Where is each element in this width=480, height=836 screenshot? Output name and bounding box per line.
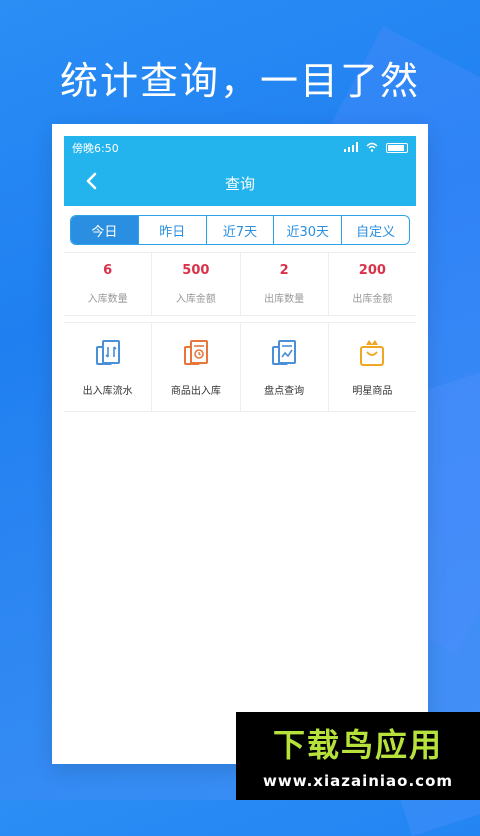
- watermark-title: 下载鸟应用: [272, 726, 443, 764]
- tab-custom[interactable]: 自定义: [342, 216, 409, 244]
- watermark-url: www.xiazainiao.com: [262, 772, 454, 790]
- stat-outbound-amount: 200 出库金额: [329, 253, 416, 315]
- page-title: 查询: [224, 174, 255, 193]
- function-grid: 出入库流水 商品出入库 盘点查询 明星商品: [64, 322, 416, 412]
- status-bar: 傍晚6:50: [64, 136, 416, 160]
- inventory-check-icon: [269, 338, 299, 382]
- menu-label: 出入库流水: [82, 385, 133, 397]
- stat-value: 500: [182, 263, 210, 278]
- menu-label: 商品出入库: [170, 385, 221, 397]
- tab-last-30-days[interactable]: 近30天: [274, 216, 343, 244]
- battery-icon: [386, 143, 408, 153]
- stat-value: 200: [358, 263, 386, 278]
- menu-in-out-ledger[interactable]: 出入库流水: [64, 323, 153, 411]
- tab-yesterday[interactable]: 昨日: [139, 216, 207, 244]
- stat-outbound-quantity: 2 出库数量: [241, 253, 329, 315]
- stat-label: 出库金额: [352, 294, 393, 305]
- back-button[interactable]: [78, 170, 104, 196]
- chevron-left-icon: [84, 172, 98, 194]
- stat-inbound-quantity: 6 入库数量: [64, 253, 153, 315]
- date-range-tabs: 今日 昨日 近7天 近30天 自定义: [70, 215, 410, 245]
- menu-star-product[interactable]: 明星商品: [329, 323, 416, 411]
- stat-label: 出库数量: [264, 294, 305, 305]
- stat-value: 6: [103, 263, 113, 278]
- phone-frame: 傍晚6:50 查询 今日 昨日 近7天 近30天 自定义 6 入库数量 500 …: [52, 124, 428, 764]
- tab-today[interactable]: 今日: [71, 216, 139, 244]
- menu-label: 盘点查询: [264, 385, 305, 397]
- tab-last-7-days[interactable]: 近7天: [207, 216, 275, 244]
- stat-inbound-amount: 500 入库金额: [152, 253, 241, 315]
- status-icons: [344, 141, 408, 155]
- signal-icon: [344, 141, 358, 155]
- stat-label: 入库金额: [175, 294, 216, 305]
- menu-inventory-check[interactable]: 盘点查询: [241, 323, 329, 411]
- status-time: 傍晚6:50: [72, 142, 119, 155]
- stats-row: 6 入库数量 500 入库金额 2 出库数量 200 出库金额: [64, 252, 416, 316]
- stat-value: 2: [279, 263, 289, 278]
- goods-in-out-icon: [181, 338, 211, 382]
- menu-goods-in-out[interactable]: 商品出入库: [152, 323, 241, 411]
- promo-headline: 统计查询，一目了然: [59, 59, 420, 103]
- watermark: 下载鸟应用 www.xiazainiao.com: [236, 712, 480, 800]
- nav-bar: 查询: [64, 160, 416, 206]
- in-out-ledger-icon: [93, 338, 123, 382]
- stat-label: 入库数量: [87, 294, 128, 305]
- app-screen: 傍晚6:50 查询 今日 昨日 近7天 近30天 自定义 6 入库数量 500 …: [64, 136, 416, 752]
- menu-label: 明星商品: [352, 385, 393, 397]
- wifi-icon: [366, 142, 378, 155]
- star-product-icon: [357, 338, 387, 382]
